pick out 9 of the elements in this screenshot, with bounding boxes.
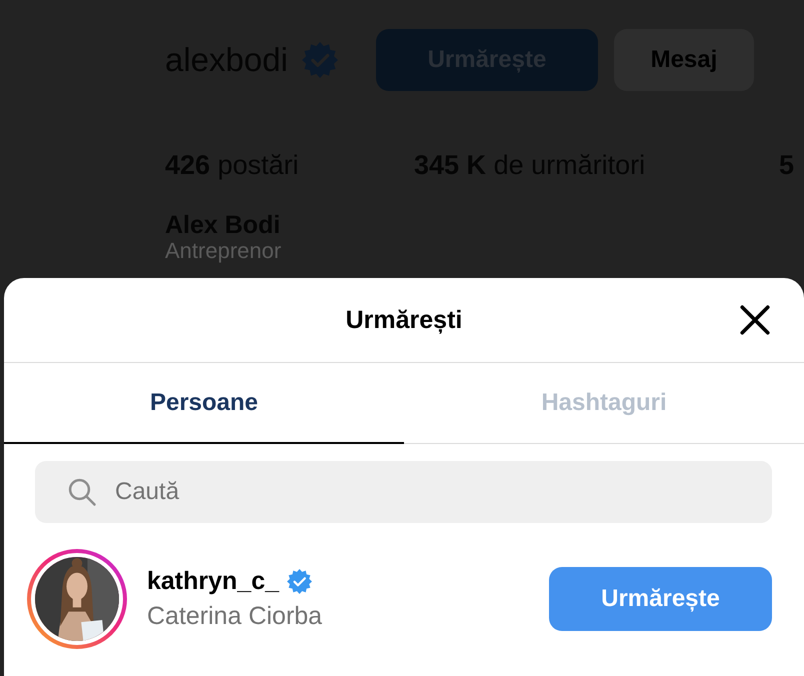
dialog-title: Urmărești	[346, 306, 462, 334]
close-icon	[738, 303, 772, 337]
search-field[interactable]: Caută	[35, 461, 772, 523]
account-name: Caterina Ciorba	[147, 602, 324, 631]
account-username[interactable]: kathryn_c_	[147, 567, 280, 596]
follow-button[interactable]: Urmărește	[549, 567, 772, 631]
close-button[interactable]	[738, 303, 772, 337]
dialog-tab[interactable]: Hashtaguri	[404, 363, 804, 444]
dialog-tab[interactable]: Persoane	[4, 363, 404, 444]
